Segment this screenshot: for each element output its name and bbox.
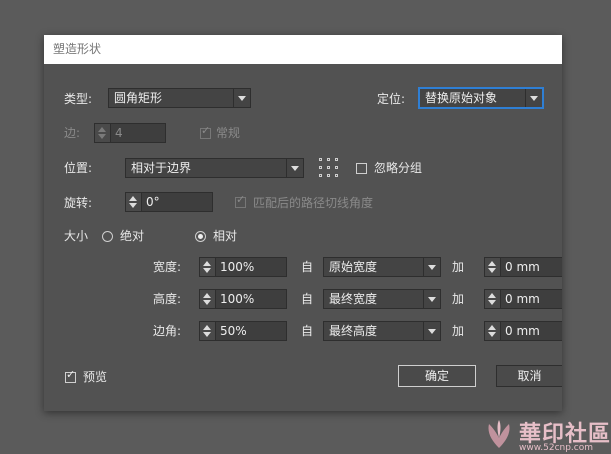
corner-stepper[interactable]: 50% bbox=[199, 321, 287, 341]
dialog-title: 塑造形状 bbox=[44, 35, 562, 64]
rotation-stepper[interactable]: 0° bbox=[125, 192, 213, 212]
sides-stepper[interactable]: 4 bbox=[94, 123, 166, 143]
shape-dialog: 塑造形状 类型: 圆角矩形 定位: 替换原始对象 边: 4 ✓ 常规 位置: 相… bbox=[44, 35, 562, 411]
width-plus-label: 加 bbox=[452, 260, 465, 274]
height-value: 100% bbox=[220, 292, 255, 306]
chevron-down-icon bbox=[233, 89, 250, 107]
chevron-down-icon bbox=[286, 159, 303, 177]
position-mode-select[interactable]: 替换原始对象 bbox=[419, 88, 543, 108]
reference-point-icon[interactable] bbox=[319, 158, 339, 178]
stepper-arrows-icon bbox=[200, 258, 216, 276]
sides-value: 4 bbox=[115, 126, 123, 140]
stepper-arrows-icon bbox=[126, 193, 142, 211]
type-value: 圆角矩形 bbox=[114, 91, 163, 105]
stepper-arrows-icon bbox=[485, 322, 501, 340]
corner-ref-select[interactable]: 最终高度 bbox=[323, 321, 441, 341]
check-icon: ✓ bbox=[201, 124, 211, 137]
stepper-arrows-icon bbox=[200, 322, 216, 340]
chevron-down-icon bbox=[525, 89, 542, 107]
type-label: 类型: bbox=[64, 92, 93, 106]
location-label: 位置: bbox=[64, 161, 93, 175]
relative-radio[interactable] bbox=[195, 231, 206, 242]
height-from-label: 自 bbox=[301, 292, 314, 306]
width-ref-value: 原始宽度 bbox=[329, 260, 378, 274]
chevron-down-icon bbox=[423, 290, 440, 308]
rotation-value: 0° bbox=[146, 195, 160, 209]
preview-checkbox[interactable]: ✓ bbox=[65, 368, 76, 383]
height-ref-select[interactable]: 最终宽度 bbox=[323, 289, 441, 309]
corner-plus-label: 加 bbox=[452, 324, 465, 338]
height-plus-label: 加 bbox=[452, 292, 465, 306]
corner-label: 边角: bbox=[153, 324, 182, 338]
position-mode-value: 替换原始对象 bbox=[425, 91, 498, 105]
check-icon: ✓ bbox=[66, 368, 76, 381]
site-watermark: 華印社區 www.52cnp.com bbox=[479, 412, 611, 454]
check-icon: ✓ bbox=[236, 193, 246, 206]
location-value: 相对于边界 bbox=[131, 161, 192, 175]
position-mode-label: 定位: bbox=[377, 92, 406, 106]
rotation-label: 旋转: bbox=[64, 196, 93, 210]
height-label: 高度: bbox=[153, 292, 182, 306]
corner-add-value: 0 mm bbox=[505, 324, 540, 338]
height-add-value: 0 mm bbox=[505, 292, 540, 306]
stepper-arrows-icon bbox=[485, 258, 501, 276]
absolute-radio[interactable] bbox=[102, 231, 113, 242]
width-label: 宽度: bbox=[153, 260, 182, 274]
flower-logo-icon bbox=[488, 420, 510, 448]
location-select[interactable]: 相对于边界 bbox=[125, 158, 304, 178]
width-add-stepper[interactable]: 0 mm bbox=[484, 257, 562, 277]
ignore-group-label: 忽略分组 bbox=[374, 161, 423, 175]
width-value: 100% bbox=[220, 260, 255, 274]
corner-ref-value: 最终高度 bbox=[329, 324, 378, 338]
relative-label: 相对 bbox=[213, 229, 238, 243]
width-from-label: 自 bbox=[301, 260, 314, 274]
match-path-checkbox[interactable]: ✓ bbox=[235, 193, 246, 208]
sides-label: 边: bbox=[64, 126, 81, 140]
regular-checkbox[interactable]: ✓ bbox=[200, 124, 211, 139]
height-add-stepper[interactable]: 0 mm bbox=[484, 289, 562, 309]
chevron-down-icon bbox=[423, 258, 440, 276]
ignore-group-checkbox[interactable] bbox=[356, 163, 367, 174]
height-stepper[interactable]: 100% bbox=[199, 289, 287, 309]
cancel-button[interactable]: 取消 bbox=[496, 365, 562, 387]
type-select[interactable]: 圆角矩形 bbox=[108, 88, 251, 108]
height-ref-value: 最终宽度 bbox=[329, 292, 378, 306]
width-add-value: 0 mm bbox=[505, 260, 540, 274]
absolute-label: 绝对 bbox=[120, 229, 145, 243]
watermark-url: www.52cnp.com bbox=[519, 443, 594, 453]
regular-label: 常规 bbox=[216, 126, 241, 140]
corner-value: 50% bbox=[220, 324, 247, 338]
corner-add-stepper[interactable]: 0 mm bbox=[484, 321, 562, 341]
stepper-arrows-icon bbox=[485, 290, 501, 308]
ok-button[interactable]: 确定 bbox=[398, 365, 476, 387]
match-path-label: 匹配后的路径切线角度 bbox=[253, 196, 374, 210]
preview-label: 预览 bbox=[83, 370, 108, 384]
width-ref-select[interactable]: 原始宽度 bbox=[323, 257, 441, 277]
chevron-down-icon bbox=[423, 322, 440, 340]
size-label: 大小 bbox=[64, 229, 89, 243]
corner-from-label: 自 bbox=[301, 324, 314, 338]
width-stepper[interactable]: 100% bbox=[199, 257, 287, 277]
stepper-arrows-icon bbox=[95, 124, 111, 142]
stepper-arrows-icon bbox=[200, 290, 216, 308]
